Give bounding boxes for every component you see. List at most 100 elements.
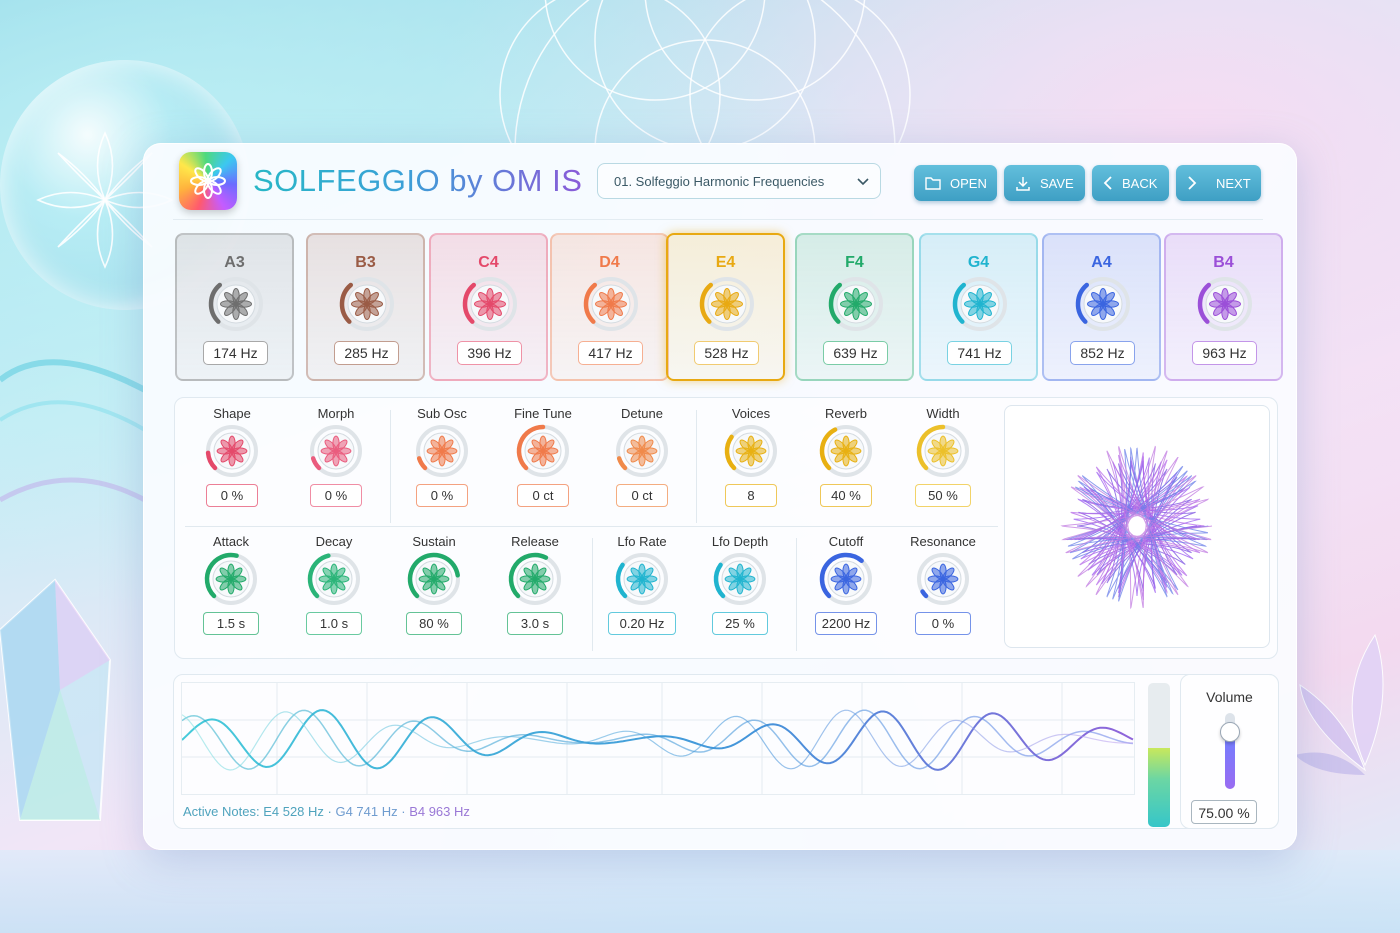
knob-sub-osc[interactable]: Sub Osc 0 % [392,406,492,526]
active-notes-label: Active Notes: E4 528 Hz · [183,804,332,819]
note-card-c4[interactable]: C4 396 Hz [429,233,548,381]
knob-detune[interactable]: Detune 0 ct [592,406,692,526]
flower-icon [519,563,551,595]
flower-icon [426,435,458,467]
knob-width[interactable]: Width 50 % [893,406,993,526]
volume-slider-thumb[interactable] [1220,722,1240,742]
note-card-a4[interactable]: A4 852 Hz [1042,233,1161,381]
knob-value[interactable]: 50 % [915,484,971,507]
flower-logo-icon [190,163,226,199]
knob-value[interactable]: 40 % [820,484,872,507]
chevron-down-icon [857,178,869,186]
note-card-b3[interactable]: B3 285 Hz [306,233,425,381]
knob-sustain[interactable]: Sustain 80 % [384,534,484,654]
knob-dial[interactable] [406,551,462,607]
knob-dial[interactable] [507,551,563,607]
note-knob[interactable] [1196,275,1254,333]
knob-decay[interactable]: Decay 1.0 s [284,534,384,654]
save-button[interactable]: SAVE [1004,165,1085,201]
knob-value[interactable]: 0 % [416,484,468,507]
knob-dial[interactable] [614,551,670,607]
note-knob[interactable] [698,275,756,333]
knob-dial[interactable] [204,423,260,479]
knob-value[interactable]: 0 % [915,612,971,635]
flower-icon [830,435,862,467]
knob-fine-tune[interactable]: Fine Tune 0 ct [493,406,593,526]
output-level-fill [1148,747,1170,827]
knob-attack[interactable]: Attack 1.5 s [181,534,281,654]
flower-icon [830,563,862,595]
open-button[interactable]: OPEN [914,165,997,201]
knob-lfo-depth[interactable]: Lfo Depth 25 % [690,534,790,654]
knob-dial[interactable] [308,423,364,479]
volume-value[interactable]: 75.00 % [1191,800,1257,824]
note-card-d4[interactable]: D4 417 Hz [550,233,669,381]
flower-icon [216,435,248,467]
knob-dial[interactable] [515,423,571,479]
knob-release[interactable]: Release 3.0 s [485,534,585,654]
knob-dial[interactable] [915,551,971,607]
knob-dial[interactable] [723,423,779,479]
preset-dropdown[interactable]: 01. Solfeggio Harmonic Frequencies [597,163,881,199]
knob-value[interactable]: 0.20 Hz [608,612,676,635]
knob-value[interactable]: 1.0 s [306,612,362,635]
knob-value[interactable]: 0 ct [517,484,569,507]
knob-value[interactable]: 25 % [712,612,768,635]
note-frequency: 852 Hz [1070,341,1135,365]
knob-value[interactable]: 80 % [406,612,462,635]
knob-value[interactable]: 0 % [206,484,258,507]
flower-icon [320,435,352,467]
knob-cutoff[interactable]: Cutoff 2200 Hz [796,534,896,654]
knob-value[interactable]: 8 [725,484,777,507]
note-name: A3 [224,254,245,271]
note-knob[interactable] [582,275,640,333]
knob-value[interactable]: 2200 Hz [815,612,877,635]
note-card-b4[interactable]: B4 963 Hz [1164,233,1283,381]
flower-icon [711,288,743,320]
knob-voices[interactable]: Voices 8 [701,406,801,526]
note-name: G4 [967,254,990,271]
note-name: B3 [355,254,376,271]
note-knob[interactable] [951,275,1009,333]
knob-reverb[interactable]: Reverb 40 % [796,406,896,526]
flower-icon [927,563,959,595]
note-card-e4[interactable]: E4 528 Hz [666,233,785,381]
knob-value[interactable]: 0 ct [616,484,668,507]
harmonic-visualizer [1004,405,1270,648]
note-card-f4[interactable]: F4 639 Hz [795,233,914,381]
knob-value[interactable]: 3.0 s [507,612,563,635]
note-knob[interactable] [1074,275,1132,333]
knob-dial[interactable] [614,423,670,479]
note-knob[interactable] [207,275,265,333]
flower-icon [351,288,383,320]
next-button[interactable]: NEXT [1176,165,1261,201]
save-label: SAVE [1040,175,1074,191]
knob-dial[interactable] [915,423,971,479]
knob-value[interactable]: 0 % [310,484,362,507]
knob-dial[interactable] [818,551,874,607]
wave-decoration [0,359,145,503]
knob-dial[interactable] [818,423,874,479]
note-knob[interactable] [827,275,885,333]
spirograph-curve [1073,456,1201,596]
knob-value[interactable]: 1.5 s [203,612,259,635]
chevron-right-icon [1188,176,1197,190]
note-card-g4[interactable]: G4 741 Hz [919,233,1038,381]
knob-morph[interactable]: Morph 0 % [286,406,386,526]
knob-dial[interactable] [712,551,768,607]
knob-dial[interactable] [203,551,259,607]
flower-icon [595,288,627,320]
knob-shape[interactable]: Shape 0 % [182,406,282,526]
chevron-left-icon [1103,176,1112,190]
back-button[interactable]: BACK [1092,165,1169,201]
note-card-a3[interactable]: A3 174 Hz [175,233,294,381]
note-knob[interactable] [461,275,519,333]
knob-label: Fine Tune [514,406,572,421]
note-knob[interactable] [338,275,396,333]
knob-label: Shape [213,406,251,421]
knob-dial[interactable] [414,423,470,479]
knob-dial[interactable] [306,551,362,607]
knob-lfo-rate[interactable]: Lfo Rate 0.20 Hz [592,534,692,654]
flower-icon [1087,288,1119,320]
knob-resonance[interactable]: Resonance 0 % [893,534,993,654]
